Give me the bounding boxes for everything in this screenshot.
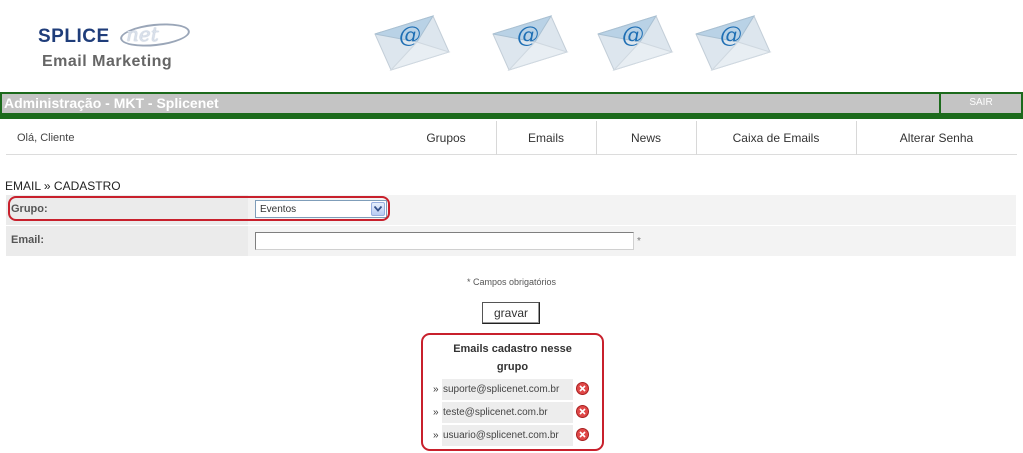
email-envelope-icon: @ <box>492 15 569 72</box>
list-item: » usuario@splicenet.com.br <box>433 425 598 446</box>
list-item: » teste@splicenet.com.br <box>433 402 598 423</box>
required-fields-note: * Campos obrigatórios <box>466 277 557 287</box>
logo-subtitle: Email Marketing <box>42 53 173 70</box>
splicenet-logo: SPLICE net Email Marketing <box>38 20 198 72</box>
list-bullet: » <box>433 384 439 395</box>
email-field[interactable] <box>255 232 634 250</box>
list-item: » suporte@splicenet.com.br <box>433 379 598 400</box>
nav-item-caixa-de-emails[interactable]: Caixa de Emails <box>696 121 856 155</box>
user-greeting: Olá, Cliente <box>17 132 75 144</box>
delete-icon[interactable] <box>576 405 589 418</box>
nav-item-alterar-senha[interactable]: Alterar Senha <box>856 121 1017 155</box>
email-address: suporte@splicenet.com.br <box>442 379 573 400</box>
email-envelope-icon: @ <box>597 15 674 72</box>
page-title: Administração - MKT - Splicenet <box>4 95 219 111</box>
main-nav: Olá, Cliente Grupos Emails News Caixa de… <box>6 121 1017 155</box>
logo-brand: SPLICE <box>38 26 110 47</box>
nav-item-grupos[interactable]: Grupos <box>396 121 496 155</box>
registered-emails-title: Emails cadastro nesse grupo <box>423 340 602 376</box>
breadcrumb: EMAIL » CADASTRO <box>5 179 121 193</box>
email-label: Email: <box>11 234 45 246</box>
svg-text:@: @ <box>622 23 644 48</box>
email-envelope-icon: @ <box>695 15 772 72</box>
svg-text:@: @ <box>720 23 742 48</box>
titlebar-divider <box>0 113 1023 119</box>
list-bullet: » <box>433 407 439 418</box>
form-row-email: Email: * <box>6 226 1016 256</box>
list-bullet: » <box>433 430 439 441</box>
registered-emails-title-line2: grupo <box>496 361 529 373</box>
email-address: usuario@splicenet.com.br <box>442 425 573 446</box>
email-address: teste@splicenet.com.br <box>442 402 573 423</box>
save-button[interactable]: gravar <box>482 302 540 324</box>
email-envelope-icon: @ <box>374 15 451 72</box>
svg-text:@: @ <box>517 23 539 48</box>
svg-text:@: @ <box>399 23 421 48</box>
logout-button[interactable]: SAIR <box>939 94 1021 113</box>
group-highlight-outline <box>8 196 390 221</box>
page-header: SPLICE net Email Marketing @ @ @ @ <box>0 0 1023 92</box>
delete-icon[interactable] <box>576 382 589 395</box>
nav-item-emails[interactable]: Emails <box>496 121 596 155</box>
registered-emails-title-line1: Emails cadastro nesse <box>453 343 572 355</box>
admin-titlebar: Administração - MKT - Splicenet SAIR <box>0 92 1023 113</box>
delete-icon[interactable] <box>576 428 589 441</box>
required-mark: * <box>637 236 641 247</box>
logo-brand-suffix: net <box>126 22 159 46</box>
registered-emails-panel: Emails cadastro nesse grupo » suporte@sp… <box>421 333 604 451</box>
email-field-cell: * <box>248 226 1016 256</box>
nav-item-news[interactable]: News <box>596 121 696 155</box>
